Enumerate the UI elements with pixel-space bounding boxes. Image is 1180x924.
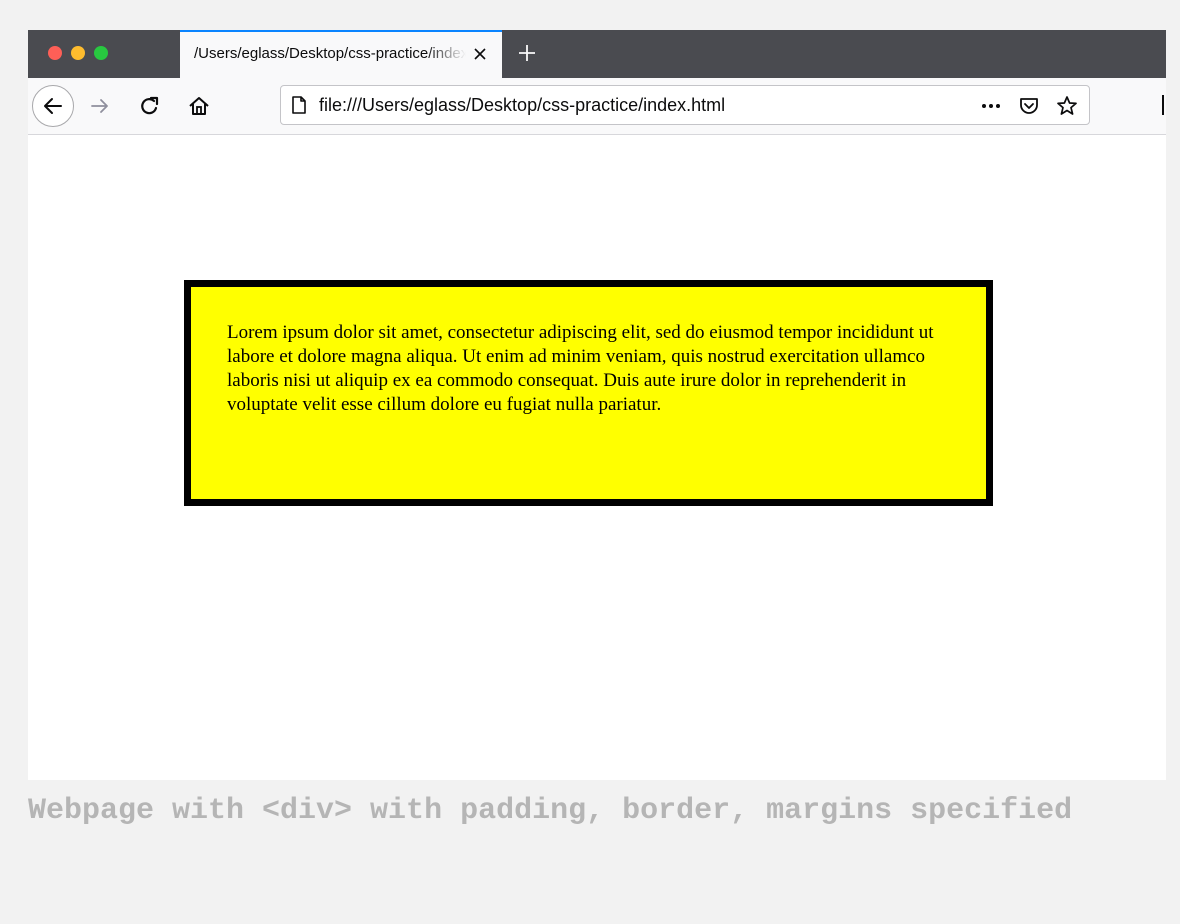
url-text[interactable]: file:///Users/eglass/Desktop/css-practic… (319, 95, 725, 116)
url-bar[interactable]: file:///Users/eglass/Desktop/css-practic… (280, 85, 1090, 125)
arrow-right-icon[interactable] (88, 94, 112, 118)
navigation-toolbar: file:///Users/eglass/Desktop/css-practic… (28, 78, 1166, 135)
browser-window: /Users/eglass/Desktop/css-practice/index… (28, 30, 1166, 780)
home-icon[interactable] (187, 94, 211, 118)
page-content: Lorem ipsum dolor sit amet, consectetur … (28, 135, 1166, 780)
close-icon[interactable] (472, 46, 488, 62)
demo-box: Lorem ipsum dolor sit amet, consectetur … (184, 280, 993, 506)
reload-icon[interactable] (138, 94, 162, 118)
star-icon[interactable] (1055, 94, 1079, 118)
page-icon (289, 95, 309, 115)
more-icon[interactable] (979, 94, 1003, 118)
demo-box-text: Lorem ipsum dolor sit amet, consectetur … (227, 322, 934, 415)
tab-bar: /Users/eglass/Desktop/css-practice/index… (28, 30, 1166, 78)
close-window-button[interactable] (48, 46, 62, 60)
pocket-icon[interactable] (1017, 94, 1041, 118)
back-button[interactable] (32, 85, 74, 127)
plus-icon[interactable] (516, 42, 538, 64)
toolbar-separator (1162, 95, 1164, 115)
tab-title: /Users/eglass/Desktop/css-practice/index… (194, 45, 466, 62)
url-actions (979, 94, 1079, 118)
zoom-window-button[interactable] (94, 46, 108, 60)
arrow-left-icon (44, 98, 62, 114)
figure-caption: Webpage with <div> with padding, border,… (28, 794, 1073, 828)
minimize-window-button[interactable] (71, 46, 85, 60)
tab-active[interactable]: /Users/eglass/Desktop/css-practice/index… (180, 30, 502, 78)
